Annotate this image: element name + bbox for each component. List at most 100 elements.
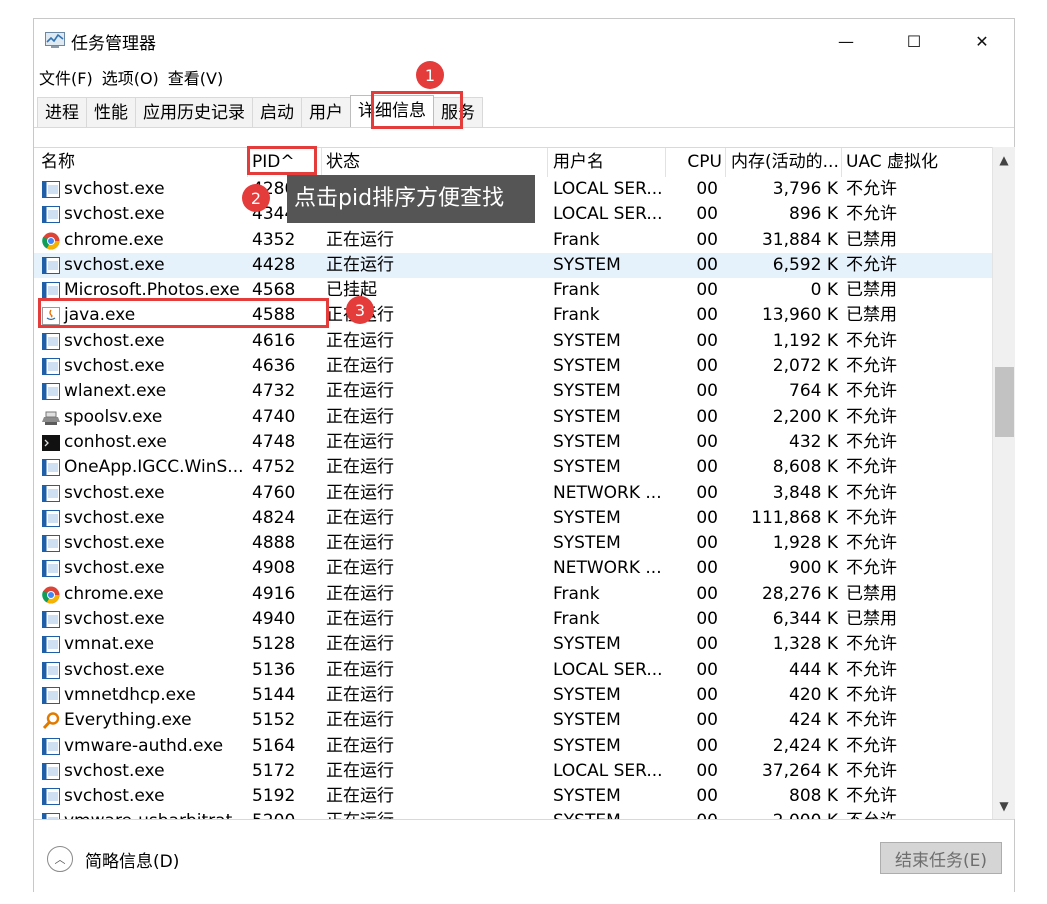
process-pid: 4916 xyxy=(252,583,296,604)
scroll-down-icon[interactable]: ▼ xyxy=(993,795,1015,817)
close-button[interactable]: ✕ xyxy=(948,19,1016,63)
table-row[interactable]: svchost.exe 4760 正在运行 NETWORK ... 00 3,848 K 不… xyxy=(34,481,992,506)
process-cpu: 00 xyxy=(696,609,718,630)
tab-performance[interactable]: 性能 xyxy=(86,97,136,127)
process-user: Frank xyxy=(553,280,600,301)
column-header-uac[interactable]: UAC 虚拟化 xyxy=(842,148,992,177)
process-name: svchost.exe xyxy=(38,177,248,202)
table-row[interactable]: chrome.exe 4916 正在运行 Frank 00 28,276 K 已禁用 xyxy=(34,582,992,607)
process-name: svchost.exe xyxy=(38,202,248,227)
process-uac: 已禁用 xyxy=(846,229,897,250)
scrollbar-thumb[interactable] xyxy=(995,367,1014,437)
column-header-cpu[interactable]: CPU xyxy=(666,148,726,177)
process-memory: 764 K xyxy=(789,381,838,402)
table-row[interactable]: wlanext.exe 4732 正在运行 SYSTEM 00 764 K 不允许 xyxy=(34,379,992,404)
process-uac: 不允许 xyxy=(846,684,897,705)
column-header-name[interactable]: 名称 xyxy=(34,148,248,177)
table-row[interactable]: svchost.exe 5172 正在运行 LOCAL SER... 00 37,264 … xyxy=(34,759,992,784)
table-row[interactable]: OneApp.IGCC.WinS... 4752 正在运行 SYSTEM 00 8,608… xyxy=(34,455,992,480)
process-name: spoolsv.exe xyxy=(38,405,248,430)
table-row[interactable]: svchost.exe 4428 正在运行 SYSTEM 00 6,592 K 不允许 xyxy=(34,252,992,279)
tab-divider xyxy=(34,127,1014,128)
maximize-button[interactable]: ☐ xyxy=(880,19,948,63)
process-name: svchost.exe xyxy=(38,329,248,354)
process-name-text: svchost.exe xyxy=(64,533,165,554)
table-row[interactable]: vmnat.exe 5128 正在运行 SYSTEM 00 1,328 K 不允许 xyxy=(34,632,992,657)
process-name-text: svchost.exe xyxy=(64,760,165,781)
service-icon xyxy=(42,788,60,806)
service-icon xyxy=(42,762,60,780)
process-uac: 不允许 xyxy=(846,760,897,781)
vertical-scrollbar[interactable]: ▲ ▼ xyxy=(992,147,1015,819)
process-user: SYSTEM xyxy=(553,710,621,731)
process-user: SYSTEM xyxy=(553,330,621,351)
table-row[interactable]: svchost.exe 4908 正在运行 NETWORK ... 00 900 K 不允许 xyxy=(34,556,992,581)
column-header-status[interactable]: 状态 xyxy=(322,148,548,177)
process-user: Frank xyxy=(553,583,600,604)
process-memory: 420 K xyxy=(789,684,838,705)
menu-view[interactable]: 查看(V) xyxy=(163,65,227,89)
scroll-up-icon[interactable]: ▲ xyxy=(993,149,1015,171)
process-cpu: 00 xyxy=(696,558,718,579)
column-header-user[interactable]: 用户名 xyxy=(548,148,666,177)
process-memory: 900 K xyxy=(789,558,838,579)
minimize-icon: — xyxy=(838,31,854,51)
table-row[interactable]: svchost.exe 5136 正在运行 LOCAL SER... 00 444 K 不允… xyxy=(34,658,992,683)
table-row[interactable]: Everything.exe 5152 正在运行 SYSTEM 00 424 K 不允许 xyxy=(34,708,992,733)
table-row[interactable]: svchost.exe 4888 正在运行 SYSTEM 00 1,928 K 不允许 xyxy=(34,531,992,556)
tab-users[interactable]: 用户 xyxy=(301,97,351,127)
process-name-text: conhost.exe xyxy=(64,431,167,452)
service-icon xyxy=(42,358,60,376)
process-user: SYSTEM xyxy=(553,356,621,377)
table-row[interactable]: chrome.exe 4352 正在运行 Frank 00 31,884 K 已禁用 xyxy=(34,228,992,253)
tab-startup[interactable]: 启动 xyxy=(252,97,302,127)
table-row[interactable]: svchost.exe 5192 正在运行 SYSTEM 00 808 K 不允许 xyxy=(34,784,992,809)
annotation-badge-1: 1 xyxy=(416,61,444,89)
table-row[interactable]: svchost.exe 4824 正在运行 SYSTEM 00 111,868 K 不允许 xyxy=(34,506,992,531)
process-cpu: 00 xyxy=(696,280,718,301)
process-pid: 4740 xyxy=(252,406,296,427)
process-cpu: 00 xyxy=(696,786,718,807)
process-uac: 不允许 xyxy=(846,381,897,402)
process-pid: 5164 xyxy=(252,735,296,756)
tab-processes[interactable]: 进程 xyxy=(37,97,87,127)
process-uac: 不允许 xyxy=(846,634,897,655)
process-uac: 不允许 xyxy=(846,330,897,351)
fewer-details-button[interactable]: ︿ 简略信息(D) xyxy=(47,846,179,872)
service-icon xyxy=(42,535,60,553)
process-cpu: 00 xyxy=(696,482,718,503)
end-task-button[interactable]: 结束任务(E) xyxy=(880,842,1002,874)
process-user: LOCAL SER... xyxy=(553,204,663,225)
service-icon xyxy=(42,206,60,224)
table-row[interactable]: vmnetdhcp.exe 5144 正在运行 SYSTEM 00 420 K 不允许 xyxy=(34,683,992,708)
process-user: SYSTEM xyxy=(553,634,621,655)
process-cpu: 00 xyxy=(696,305,718,326)
process-status: 正在运行 xyxy=(326,431,394,452)
service-icon xyxy=(42,636,60,654)
table-row[interactable]: vmware-authd.exe 5164 正在运行 SYSTEM 00 2,424 K 不… xyxy=(34,734,992,759)
menu-options[interactable]: 选项(O) xyxy=(97,65,163,89)
process-uac: 不允许 xyxy=(846,710,897,731)
process-cpu: 00 xyxy=(696,457,718,478)
window-title: 任务管理器 xyxy=(71,34,156,54)
process-memory: 2,072 K xyxy=(772,356,838,377)
table-row[interactable]: svchost.exe 4616 正在运行 SYSTEM 00 1,192 K 不允许 xyxy=(34,329,992,354)
process-pid: 5128 xyxy=(252,634,296,655)
column-header-memory[interactable]: 内存(活动的... xyxy=(726,148,842,177)
service-icon xyxy=(42,459,60,477)
table-row[interactable]: svchost.exe 4940 正在运行 Frank 00 6,344 K 已禁用 xyxy=(34,607,992,632)
process-name: svchost.exe xyxy=(38,759,248,784)
table-row[interactable]: svchost.exe 4636 正在运行 SYSTEM 00 2,072 K 不允许 xyxy=(34,354,992,379)
process-name: svchost.exe xyxy=(38,506,248,531)
tab-app-history[interactable]: 应用历史记录 xyxy=(135,97,253,127)
menu-file[interactable]: 文件(F) xyxy=(34,65,97,89)
fewer-details-label: 简略信息(D) xyxy=(85,851,180,872)
process-user: Frank xyxy=(553,305,600,326)
process-pid: 4732 xyxy=(252,381,296,402)
process-memory: 13,960 K xyxy=(761,305,838,326)
table-row[interactable]: spoolsv.exe 4740 正在运行 SYSTEM 00 2,200 K 不允许 xyxy=(34,405,992,430)
process-name: vmware-authd.exe xyxy=(38,734,248,759)
table-row[interactable]: conhost.exe 4748 正在运行 SYSTEM 00 432 K 不允许 xyxy=(34,430,992,455)
minimize-button[interactable]: — xyxy=(812,19,880,63)
process-status: 正在运行 xyxy=(326,381,394,402)
